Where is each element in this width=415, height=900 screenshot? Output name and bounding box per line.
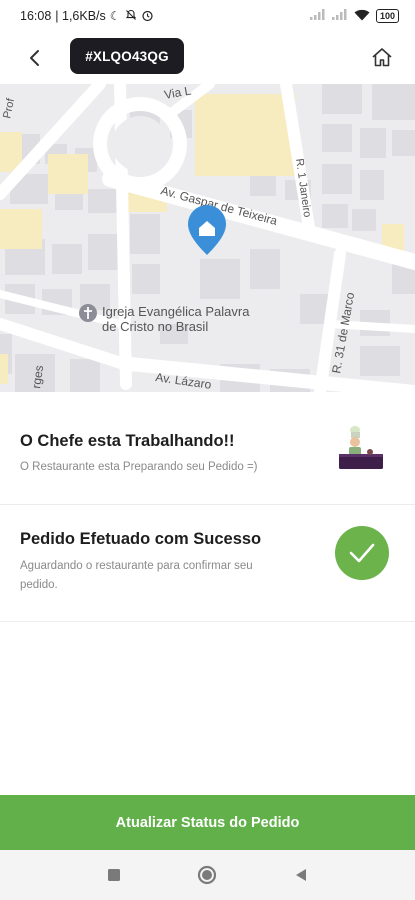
circle-icon <box>197 865 217 885</box>
step-title: Pedido Efetuado com Sucesso <box>20 530 262 548</box>
home-icon <box>372 48 392 67</box>
chef-cooking-icon <box>337 424 385 470</box>
battery-icon: 100 <box>375 9 399 23</box>
triangle-back-icon <box>296 869 306 881</box>
update-status-button[interactable]: Atualizar Status do Pedido <box>0 795 415 850</box>
home-button[interactable] <box>369 44 395 70</box>
order-map[interactable]: Via L Av. Gaspar de Teixeira R. 31 de Ma… <box>0 84 415 392</box>
status-bar-left: 16:08 | 1,6KB/s ☾ <box>0 9 154 24</box>
moon-icon: ☾ <box>109 9 121 23</box>
step-order-placed: Pedido Efetuado com Sucesso Aguardando o… <box>0 504 415 622</box>
wifi-icon <box>354 9 370 24</box>
square-icon <box>108 869 120 881</box>
step-subtitle-line1: Aguardando o restaurante para confirmar … <box>20 560 253 572</box>
arrow-left-icon <box>30 50 39 66</box>
step-subtitle-line2: pedido. <box>20 579 58 591</box>
clock: 16:08 <box>20 9 52 23</box>
system-navigation-bar <box>0 850 415 900</box>
back-nav-button[interactable] <box>291 865 311 885</box>
church-label-line2: de Cristo no Brasil <box>102 319 208 334</box>
status-bar: 16:08 | 1,6KB/s ☾ 100 <box>0 0 415 32</box>
church-label-line1: Igreja Evangélica Palavra <box>102 304 250 319</box>
step-chef-working: O Chefe esta Trabalhando!! O Restaurante… <box>0 392 415 505</box>
app-bar: #XLQO43QG <box>0 34 415 80</box>
back-button[interactable] <box>20 44 48 72</box>
alarm-icon <box>141 9 154 24</box>
home-nav-button[interactable] <box>197 865 217 885</box>
bell-off-icon <box>125 9 137 23</box>
success-badge <box>335 526 389 580</box>
step-subtitle: O Restaurante esta Preparando seu Pedido… <box>20 461 258 473</box>
step-title: O Chefe esta Trabalhando!! <box>20 432 235 450</box>
status-bar-right: 100 <box>309 9 415 24</box>
order-code-badge: #XLQO43QG <box>70 38 184 74</box>
checkmark-icon <box>349 543 375 563</box>
network-speed: | 1,6KB/s <box>55 9 106 23</box>
recents-button[interactable] <box>104 865 124 885</box>
signal-icon-2 <box>331 9 348 23</box>
signal-icon <box>309 9 326 23</box>
